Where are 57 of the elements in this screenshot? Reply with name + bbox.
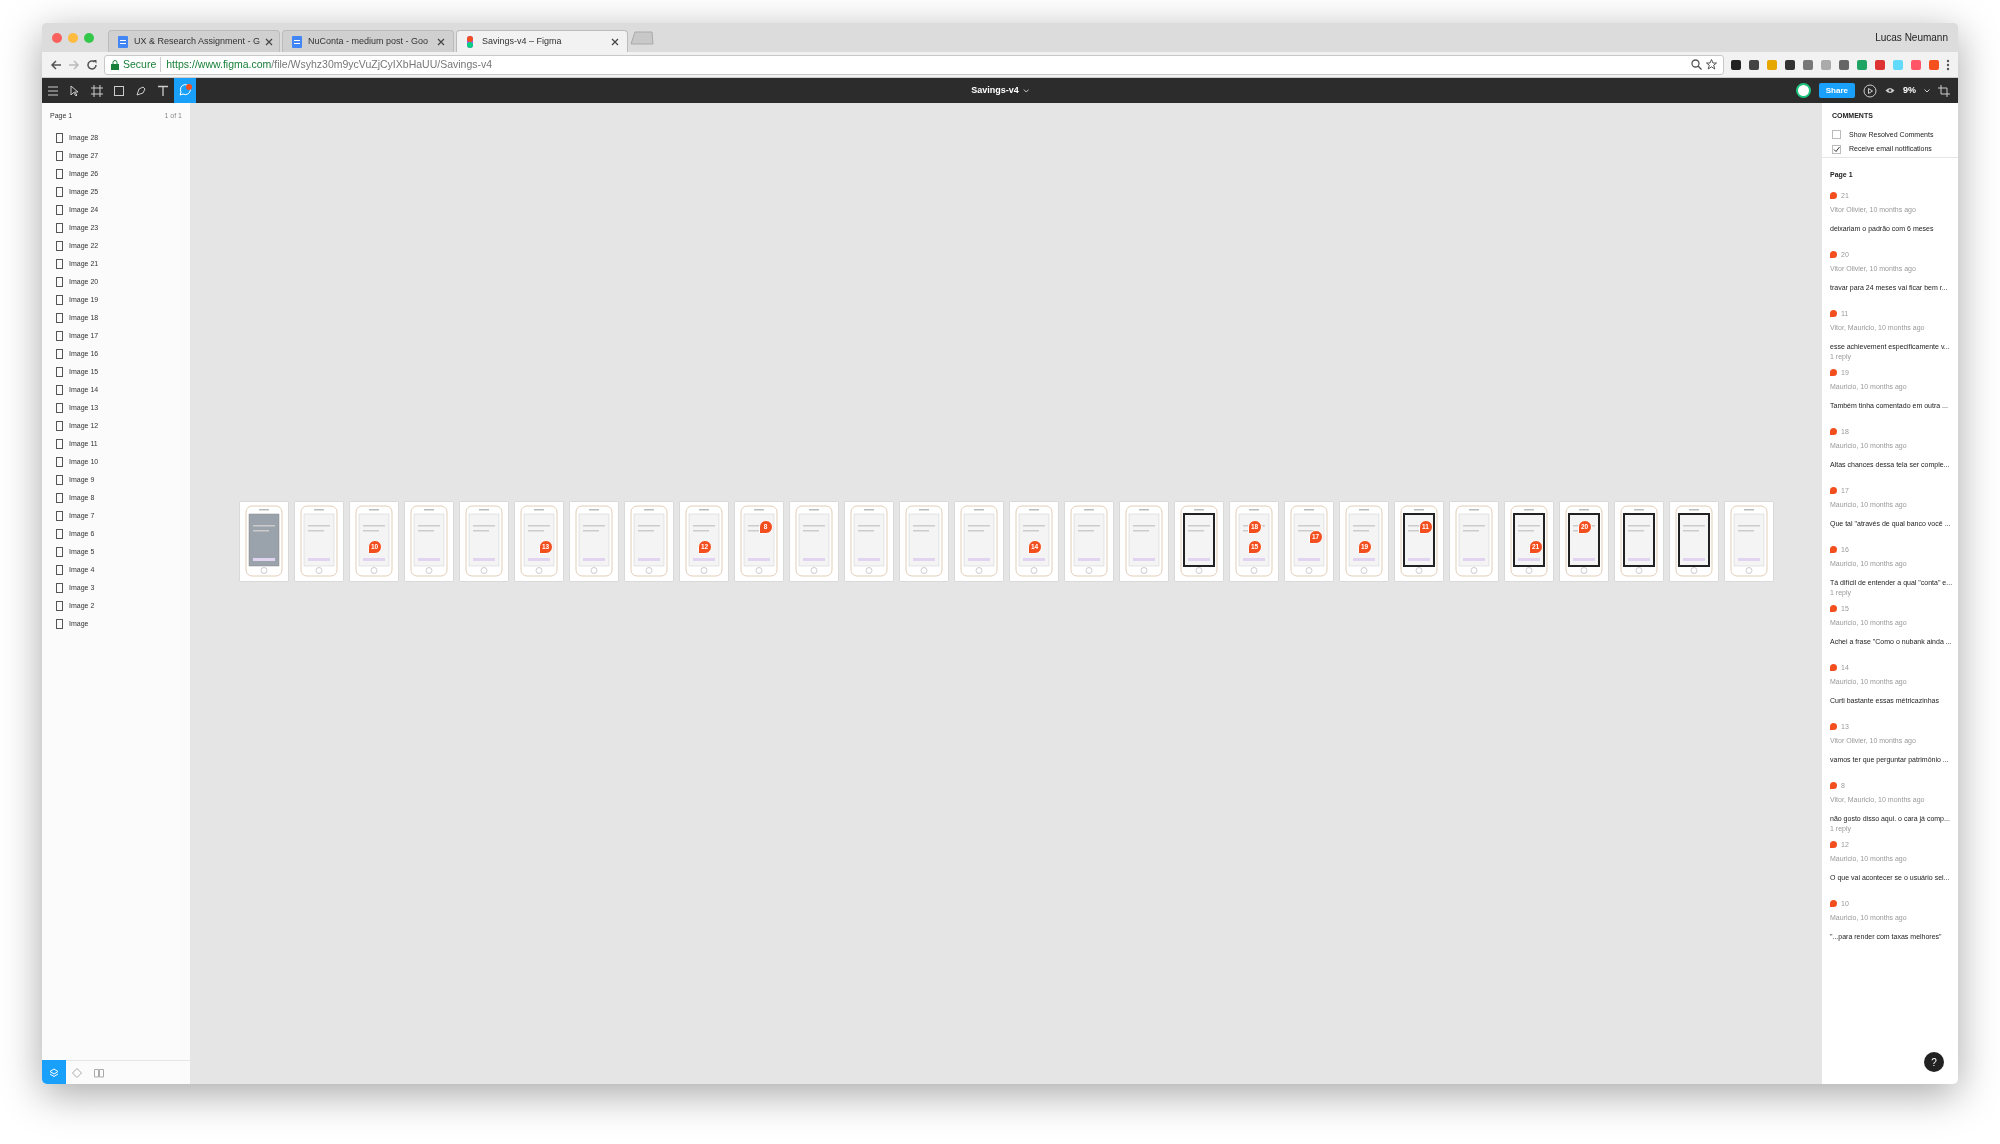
comment-marker-icon	[1830, 251, 1837, 259]
eye-icon[interactable]	[1885, 87, 1895, 94]
checkbox[interactable]	[1832, 130, 1841, 140]
browser-tab[interactable]: NuConta - medium post - Goo	[282, 30, 454, 52]
comment-marker-icon	[1830, 428, 1837, 436]
extension-icon[interactable]	[1748, 58, 1760, 71]
crop-icon[interactable]	[1938, 84, 1950, 97]
comment-marker-icon	[1830, 192, 1837, 200]
comment-marker-icon	[1830, 900, 1837, 908]
layers-tab[interactable]	[42, 1060, 66, 1084]
star-icon[interactable]	[1706, 59, 1717, 70]
move-tool-icon	[69, 84, 81, 97]
layers-icon	[49, 1067, 59, 1078]
menu-icon	[47, 84, 59, 97]
close-icon[interactable]	[437, 37, 445, 46]
close-window-icon[interactable]	[52, 32, 62, 43]
comment-marker-icon	[1830, 546, 1837, 554]
reload-icon[interactable]	[86, 58, 98, 71]
checkbox[interactable]	[1832, 144, 1841, 154]
comment-marker-icon	[1830, 487, 1837, 495]
document-icon	[291, 35, 303, 48]
extension-icon[interactable]	[1784, 58, 1796, 71]
chevron-down-icon[interactable]	[1924, 88, 1930, 93]
close-icon[interactable]	[265, 37, 274, 46]
browser-tab[interactable]: UX & Research Assignment - G	[108, 30, 280, 52]
secure-label: Secure	[123, 56, 157, 72]
lock-icon	[111, 59, 119, 70]
comment-marker-icon	[1830, 664, 1837, 672]
pen-tool-icon	[135, 84, 147, 97]
comment-marker-icon	[1830, 605, 1837, 613]
comment-marker-icon	[1830, 369, 1837, 377]
rectangle-tool-icon	[113, 84, 125, 97]
text-tool-icon	[157, 84, 169, 97]
browser-tab[interactable]: Savings-v4 – Figma	[456, 30, 628, 52]
comment-marker-icon	[1830, 723, 1837, 731]
chevron-down-icon[interactable]	[1022, 88, 1029, 93]
play-icon[interactable]	[1863, 83, 1877, 98]
address-bar[interactable]: Secure https://www.figma.com/file/Wsyhz30m9ycVuZjCyIXbHaUU/Savings-v4	[104, 54, 1724, 75]
zoom-icon[interactable]	[1691, 59, 1702, 70]
comment-marker-icon	[1830, 310, 1837, 318]
profile-name[interactable]: Lucas Neumann	[1875, 30, 1958, 45]
comment-tool-button[interactable]	[174, 78, 196, 103]
frame-tool-icon	[91, 84, 103, 97]
close-icon[interactable]	[611, 37, 619, 46]
components-icon	[72, 1067, 82, 1078]
comment-marker-icon	[1830, 782, 1837, 790]
avatar[interactable]	[1795, 83, 1811, 98]
file-title[interactable]: Savings-v4	[971, 83, 1019, 98]
comment-marker-icon	[1830, 841, 1837, 849]
back-icon[interactable]	[50, 58, 62, 71]
menu-dots-icon[interactable]	[1946, 58, 1950, 71]
zoom-level[interactable]: 9%	[1903, 83, 1916, 98]
extension-icon[interactable]	[1730, 58, 1742, 71]
url-text: https://www.figma.com/file/Wsyhz30m9ycVuZjCyIXbHaUU/Savings-v4	[160, 56, 493, 73]
document-icon	[117, 35, 129, 48]
book-icon	[94, 1067, 104, 1078]
speech-bubble-icon	[178, 84, 192, 97]
